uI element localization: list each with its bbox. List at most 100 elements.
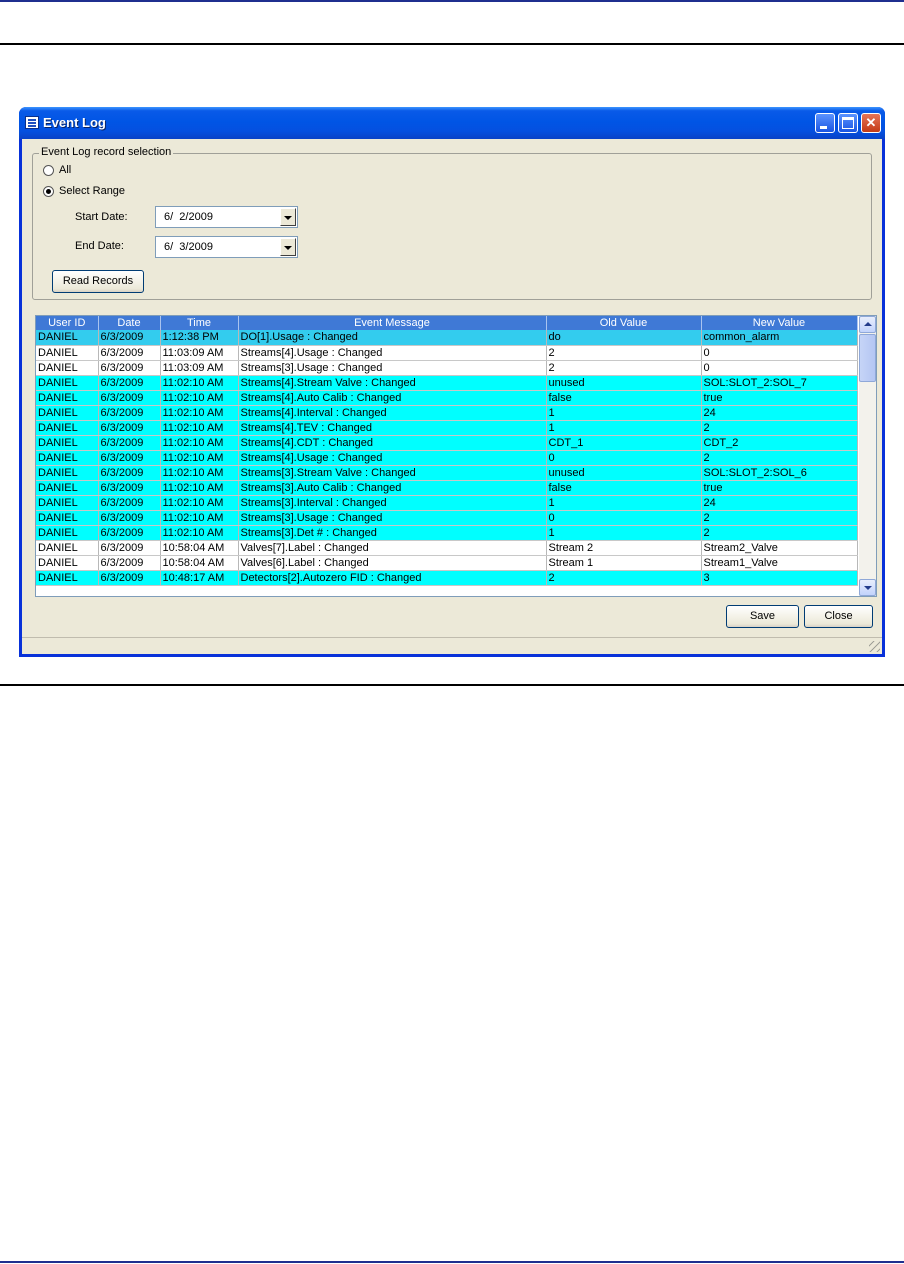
scroll-down-arrow-icon[interactable] bbox=[859, 579, 876, 596]
table-cell: Streams[4].Usage : Changed bbox=[238, 345, 547, 361]
read-records-button[interactable]: Read Records bbox=[52, 270, 144, 293]
table-cell: DANIEL bbox=[36, 420, 99, 436]
close-button[interactable]: Close bbox=[804, 605, 873, 628]
column-header[interactable]: Date bbox=[98, 316, 161, 330]
table-cell: CDT_2 bbox=[701, 435, 858, 451]
record-selection-group: Event Log record selection All Select Ra… bbox=[32, 146, 872, 300]
table-row[interactable]: DANIEL 6/3/2009 11:02:10 AM Streams[4].CDT … bbox=[36, 435, 858, 451]
table-cell: DANIEL bbox=[36, 510, 99, 526]
table-row[interactable]: DANIEL 6/3/2009 11:02:10 AM Streams[4].Usag… bbox=[36, 450, 858, 466]
table-row[interactable]: DANIEL 6/3/2009 10:58:04 AM Valves[6].Label… bbox=[36, 555, 858, 571]
radio-all-label: All bbox=[59, 164, 72, 176]
table-cell: 6/3/2009 bbox=[98, 570, 161, 586]
table-row[interactable]: DANIEL 6/3/2009 11:02:10 AM Streams[4].Stre… bbox=[36, 375, 858, 391]
table-row[interactable]: DANIEL 6/3/2009 11:02:10 AM Streams[4].TEV … bbox=[36, 420, 858, 436]
table-cell: true bbox=[701, 390, 858, 406]
table-cell: 11:02:10 AM bbox=[160, 465, 239, 481]
column-header[interactable]: User ID bbox=[36, 316, 99, 330]
table-cell: DANIEL bbox=[36, 540, 99, 556]
column-header[interactable]: Event Message bbox=[238, 316, 547, 330]
column-header[interactable]: Time bbox=[160, 316, 239, 330]
table-cell: Streams[3].Auto Calib : Changed bbox=[238, 480, 547, 496]
resize-grip-icon[interactable] bbox=[869, 641, 880, 652]
table-cell: DANIEL bbox=[36, 480, 99, 496]
table-cell: DANIEL bbox=[36, 330, 99, 346]
radio-all[interactable]: All bbox=[43, 164, 71, 176]
table-cell: Stream 2 bbox=[546, 540, 702, 556]
table-cell: 0 bbox=[701, 360, 858, 376]
column-header[interactable]: New Value bbox=[701, 316, 858, 330]
start-date-dropdown-icon[interactable] bbox=[280, 208, 296, 226]
table-cell: 1 bbox=[546, 420, 702, 436]
table-cell: DANIEL bbox=[36, 360, 99, 376]
start-date-value: 6/ 2/2009 bbox=[164, 211, 213, 223]
table-cell: 11:02:10 AM bbox=[160, 510, 239, 526]
table-cell: 2 bbox=[701, 420, 858, 436]
table-row[interactable]: DANIEL 6/3/2009 10:58:04 AM Valves[7].Label… bbox=[36, 540, 858, 556]
table-cell: Streams[4].Auto Calib : Changed bbox=[238, 390, 547, 406]
table-row[interactable]: DANIEL 6/3/2009 11:02:10 AM Streams[3].Auto… bbox=[36, 480, 858, 496]
table-cell: DANIEL bbox=[36, 450, 99, 466]
radio-select-range[interactable]: Select Range bbox=[43, 185, 125, 197]
table-cell: 1 bbox=[546, 495, 702, 511]
table-cell: 2 bbox=[546, 345, 702, 361]
minimize-icon bbox=[820, 126, 827, 129]
table-row[interactable]: DANIEL 6/3/2009 10:48:17 AM Detectors[2].Au… bbox=[36, 570, 858, 586]
table-cell: Detectors[2].Autozero FID : Changed bbox=[238, 570, 547, 586]
table-row[interactable]: DANIEL 6/3/2009 11:02:10 AM Streams[4].Inte… bbox=[36, 405, 858, 421]
end-date-label: End Date: bbox=[75, 240, 124, 252]
save-button[interactable]: Save bbox=[726, 605, 799, 628]
table-cell: 11:02:10 AM bbox=[160, 375, 239, 391]
table-row[interactable]: DANIEL 6/3/2009 11:02:10 AM Streams[3].Stre… bbox=[36, 465, 858, 481]
table-row[interactable]: DANIEL 6/3/2009 11:02:10 AM Streams[3].Det … bbox=[36, 525, 858, 541]
table-cell: false bbox=[546, 390, 702, 406]
table-row[interactable]: DANIEL 6/3/2009 11:02:10 AM Streams[3].Usag… bbox=[36, 510, 858, 526]
table-row[interactable]: DANIEL 6/3/2009 11:02:10 AM Streams[4].Auto… bbox=[36, 390, 858, 406]
minimize-button[interactable] bbox=[815, 113, 835, 133]
table-cell: 11:02:10 AM bbox=[160, 495, 239, 511]
table-cell: Streams[3].Interval : Changed bbox=[238, 495, 547, 511]
table-cell: 2 bbox=[701, 525, 858, 541]
table-cell: Valves[6].Label : Changed bbox=[238, 555, 547, 571]
end-date-picker[interactable]: 6/ 3/2009 bbox=[155, 236, 298, 258]
event-log-grid[interactable]: User ID Date Time Event Message Old Value New… bbox=[35, 315, 877, 597]
table-cell: 6/3/2009 bbox=[98, 510, 161, 526]
table-cell: Streams[4].CDT : Changed bbox=[238, 435, 547, 451]
table-cell: 6/3/2009 bbox=[98, 555, 161, 571]
radio-all-circle[interactable] bbox=[43, 164, 54, 176]
table-row[interactable]: DANIEL 6/3/2009 11:03:09 AM Streams[3].Usag… bbox=[36, 360, 858, 376]
maximize-button[interactable] bbox=[838, 113, 858, 133]
table-cell: 6/3/2009 bbox=[98, 480, 161, 496]
table-row[interactable]: DANIEL 6/3/2009 1:12:38 PM DO[1].Usage : Ch… bbox=[36, 330, 858, 346]
scroll-up-arrow-icon[interactable] bbox=[859, 316, 876, 333]
end-date-dropdown-icon[interactable] bbox=[280, 238, 296, 256]
title-bar[interactable]: Event Log ✕ bbox=[19, 107, 885, 139]
group-label: Event Log record selection bbox=[39, 146, 174, 158]
table-row[interactable]: DANIEL 6/3/2009 11:03:09 AM Streams[4].Usag… bbox=[36, 345, 858, 361]
table-cell: 11:03:09 AM bbox=[160, 345, 239, 361]
table-cell: 6/3/2009 bbox=[98, 420, 161, 436]
table-cell: DANIEL bbox=[36, 390, 99, 406]
log-body: DANIEL 6/3/2009 1:12:38 PM DO[1].Usage : Ch… bbox=[36, 330, 858, 586]
table-cell: 6/3/2009 bbox=[98, 525, 161, 541]
table-cell: 11:02:10 AM bbox=[160, 480, 239, 496]
table-cell: do bbox=[546, 330, 702, 346]
table-cell: Streams[3].Det # : Changed bbox=[238, 525, 547, 541]
table-cell: Streams[4].Stream Valve : Changed bbox=[238, 375, 547, 391]
table-cell: 2 bbox=[546, 570, 702, 586]
scroll-thumb[interactable] bbox=[859, 334, 876, 382]
table-cell: 2 bbox=[701, 450, 858, 466]
table-cell: 11:02:10 AM bbox=[160, 390, 239, 406]
vertical-scrollbar[interactable] bbox=[859, 316, 876, 596]
column-header[interactable]: Old Value bbox=[546, 316, 702, 330]
table-cell: 6/3/2009 bbox=[98, 450, 161, 466]
close-window-button[interactable]: ✕ bbox=[861, 113, 881, 133]
table-cell: 1:12:38 PM bbox=[160, 330, 239, 346]
table-cell: Streams[3].Usage : Changed bbox=[238, 360, 547, 376]
table-cell: DANIEL bbox=[36, 570, 99, 586]
radio-select-range-circle[interactable] bbox=[43, 185, 54, 197]
table-cell: 6/3/2009 bbox=[98, 495, 161, 511]
start-date-label: Start Date: bbox=[75, 211, 128, 223]
start-date-picker[interactable]: 6/ 2/2009 bbox=[155, 206, 298, 228]
table-row[interactable]: DANIEL 6/3/2009 11:02:10 AM Streams[3].Inte… bbox=[36, 495, 858, 511]
